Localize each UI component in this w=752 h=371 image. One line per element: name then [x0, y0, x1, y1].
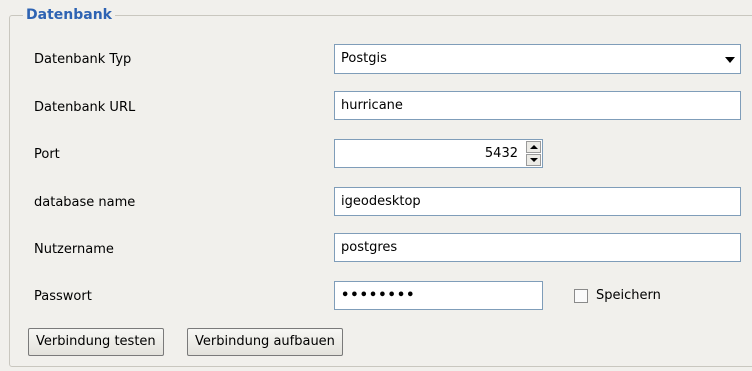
establish-connection-button[interactable]: Verbindung aufbauen	[187, 328, 343, 356]
database-name-input[interactable]: igeodesktop	[334, 187, 741, 216]
password-value: ••••••••	[341, 288, 416, 303]
spinner-buttons	[526, 141, 541, 166]
username-label: Nutzername	[34, 242, 114, 257]
password-label: Passwort	[34, 289, 92, 304]
username-value: postgres	[341, 240, 398, 255]
port-label: Port	[34, 147, 60, 162]
database-type-select[interactable]: Postgis	[334, 44, 741, 74]
database-type-value: Postgis	[341, 51, 387, 66]
username-input[interactable]: postgres	[334, 233, 741, 262]
group-title: Datenbank	[23, 7, 115, 23]
database-name-value: igeodesktop	[341, 194, 421, 209]
arrow-down-icon[interactable]	[526, 154, 541, 166]
password-input[interactable]: ••••••••	[334, 281, 543, 310]
database-name-label: database name	[34, 195, 136, 210]
database-url-input[interactable]: hurricane	[334, 91, 741, 120]
port-value: 5432	[484, 146, 518, 161]
test-connection-button[interactable]: Verbindung testen	[28, 328, 164, 356]
database-url-value: hurricane	[341, 98, 403, 113]
database-type-label: Datenbank Typ	[34, 52, 132, 67]
database-url-label: Datenbank URL	[34, 100, 136, 115]
save-password-checkbox[interactable]	[574, 289, 588, 303]
arrow-up-icon[interactable]	[526, 141, 541, 153]
save-password-label[interactable]: Speichern	[596, 287, 661, 305]
chevron-down-icon[interactable]	[725, 57, 735, 63]
port-spinner[interactable]: 5432	[334, 139, 543, 168]
